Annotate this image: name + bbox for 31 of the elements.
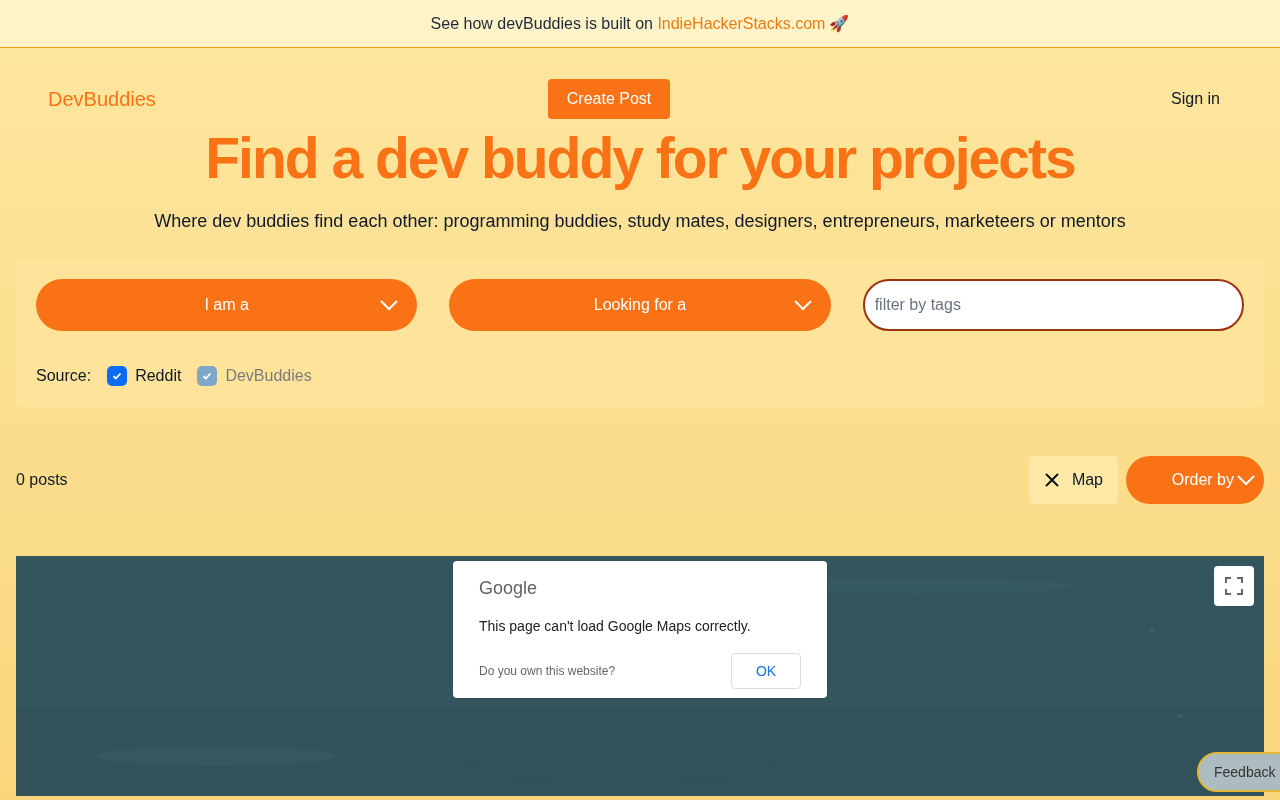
chevron-down-icon — [379, 299, 400, 311]
source-option-label: DevBuddies — [225, 366, 312, 386]
check-icon — [111, 370, 124, 382]
dropdown-select[interactable]: I am a — [36, 279, 418, 331]
create-post-button[interactable]: Create Post — [547, 79, 671, 119]
hero-subtitle: Where dev buddies find each other: programming buddies, study mates, designers, entrepreneurs, marketeers or mentors — [153, 210, 1127, 233]
sign-in-link[interactable]: Sign in — [1171, 87, 1220, 111]
post-count: 0 posts — [16, 470, 68, 490]
fullscreen-button[interactable] — [1214, 566, 1254, 606]
check-icon — [201, 370, 214, 382]
tag-filter-field[interactable]: filter by tags — [862, 279, 1244, 331]
source-label: Source: — [36, 366, 92, 386]
map-toggle-button[interactable]: Map — [1028, 456, 1118, 504]
own-website-link[interactable]: Do you own this website? — [479, 662, 616, 680]
chevron-down-icon — [792, 299, 813, 311]
feedback-button[interactable]: Feedback — [1197, 752, 1280, 792]
hero-title: Find a dev buddy for your projects — [204, 125, 1076, 192]
rocket-emoji: 🚀 — [829, 13, 850, 34]
order-by-button[interactable]: Order by — [1126, 456, 1264, 504]
source-checkbox[interactable] — [107, 366, 128, 386]
logo[interactable]: DevBuddies — [48, 84, 248, 114]
ok-button[interactable]: OK — [731, 653, 801, 689]
stack-link[interactable]: IndieHackerStacks.com — [657, 11, 826, 36]
google-wordmark: Google — [479, 577, 538, 600]
close-icon — [1043, 472, 1060, 488]
chevron-down-icon — [1236, 474, 1256, 486]
announcement-text: See how devBuddies is built on — [430, 13, 654, 34]
dropdown-select[interactable]: Looking for a — [449, 279, 831, 331]
error-message: This page can't load Google Maps correctly. — [479, 617, 751, 636]
fullscreen-icon — [1225, 577, 1243, 595]
source-option-label: Reddit — [135, 366, 182, 386]
